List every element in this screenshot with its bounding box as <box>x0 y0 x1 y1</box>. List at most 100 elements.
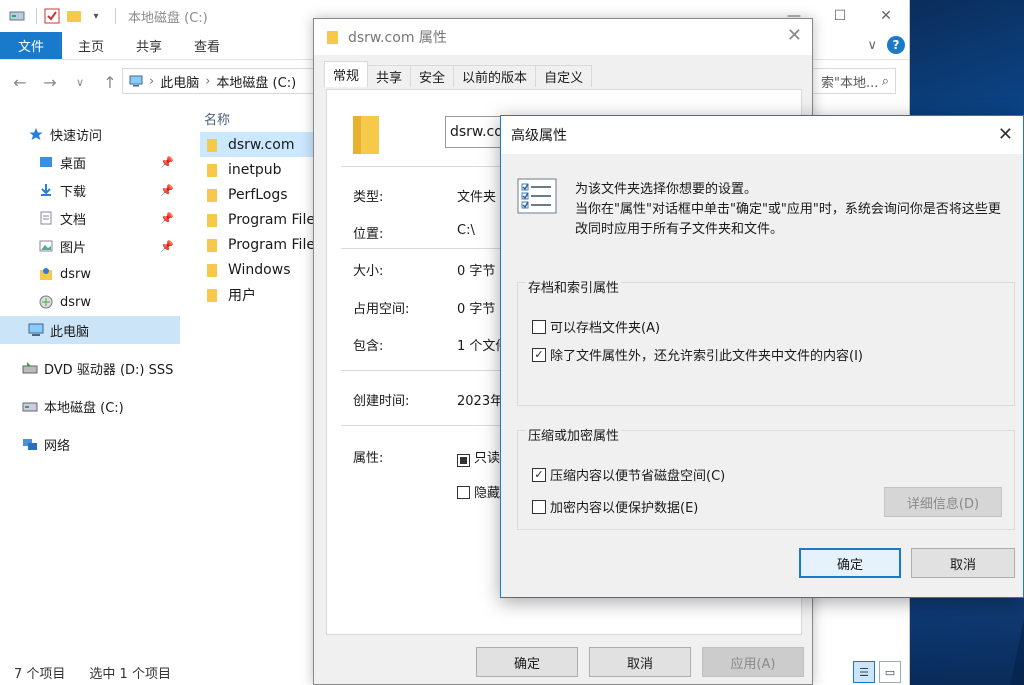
apply-button[interactable]: 应用(A) <box>702 647 804 677</box>
search-icon: ⌕ <box>881 73 889 89</box>
nav-dsrw-network[interactable]: dsrw <box>0 288 180 316</box>
file-row[interactable]: PerfLogs <box>200 182 315 207</box>
breadcrumb-local-disk[interactable]: 本地磁盘 (C:) <box>216 72 296 91</box>
archive-check <box>532 319 546 334</box>
advanced-title: 高级属性 <box>511 128 567 144</box>
archive-checkbox[interactable]: 可以存档文件夹(A) <box>532 317 660 336</box>
compress-encrypt-group-title: 压缩或加密属性 <box>526 429 622 444</box>
document-icon <box>38 210 54 226</box>
compress-check: ✓ <box>532 467 546 482</box>
file-row[interactable]: dsrw.com <box>200 132 315 157</box>
dvd-drive-icon <box>22 360 38 376</box>
file-row[interactable]: Program Files <box>200 207 315 232</box>
file-row[interactable]: Program Files <box>200 232 315 257</box>
nav-documents[interactable]: 文档 📌 <box>0 204 180 232</box>
network-icon <box>22 436 38 452</box>
pin-icon[interactable]: 📌 <box>160 184 174 197</box>
nav-downloads[interactable]: 下载 📌 <box>0 176 180 204</box>
picture-icon <box>38 238 54 254</box>
folder-icon <box>207 238 217 252</box>
help-icon[interactable]: ? <box>887 36 905 54</box>
close-icon[interactable]: ✕ <box>998 124 1013 145</box>
breadcrumb-this-pc[interactable]: 此电脑 <box>160 72 199 91</box>
desktop-folder-icon <box>38 154 54 170</box>
archive-index-group-title: 存档和索引属性 <box>526 281 622 296</box>
contains-label: 包含: <box>353 339 384 354</box>
nav-dsrw-user[interactable]: dsrw <box>0 260 180 288</box>
cancel-button[interactable]: 取消 <box>589 647 691 677</box>
back-button[interactable]: ← <box>10 73 30 92</box>
details-button[interactable]: 详细信息(D) <box>884 487 1002 517</box>
tab-previous-versions[interactable]: 以前的版本 <box>453 65 537 87</box>
pin-icon[interactable]: 📌 <box>160 240 174 253</box>
properties-check-icon[interactable] <box>43 7 61 25</box>
details-view-icon[interactable]: ☰ <box>853 661 875 683</box>
up-button[interactable]: ↑ <box>100 73 120 92</box>
ribbon-expand-icon[interactable]: ∨ <box>867 38 877 53</box>
network-drive-icon <box>38 294 54 310</box>
download-icon <box>38 182 54 198</box>
nav-desktop[interactable]: 桌面 📌 <box>0 148 180 176</box>
archive-index-group: 存档和索引属性 可以存档文件夹(A) ✓ 除了文件属性外，还允许索引此文件夹中文… <box>517 282 1015 406</box>
tab-general[interactable]: 常规 <box>324 61 369 87</box>
tab-home[interactable]: 主页 <box>62 32 120 59</box>
selected-count: 选中 1 个项目 <box>89 666 171 682</box>
tab-share[interactable]: 共享 <box>120 32 178 59</box>
nav-quick-access[interactable]: 快速访问 <box>0 120 180 148</box>
ok-button[interactable]: 确定 <box>476 647 578 677</box>
drive-icon <box>8 7 26 25</box>
computer-icon <box>28 322 44 338</box>
location-value: C:\ <box>457 223 475 238</box>
properties-title: dsrw.com 属性 <box>348 30 447 46</box>
advanced-attributes-dialog: 高级属性 ✕ 为该文件夹选择你想要的设置。 当你在"属性"对话框中单击"确定"或… <box>500 115 1024 598</box>
file-row[interactable]: inetpub <box>200 157 315 182</box>
address-bar[interactable]: › 此电脑 › 本地磁盘 (C:) <box>122 68 322 94</box>
properties-tabs: 常规 共享 安全 以前的版本 自定义 <box>314 61 812 87</box>
search-input[interactable]: 索"本地... ⌕ <box>800 68 896 94</box>
recent-dropdown-icon[interactable]: ∨ <box>70 76 90 89</box>
folder-icon <box>207 188 217 202</box>
file-row[interactable]: Windows <box>200 257 315 282</box>
close-icon[interactable]: ✕ <box>787 25 802 46</box>
tab-security[interactable]: 安全 <box>410 65 455 87</box>
readonly-checkbox[interactable]: 只读( <box>457 447 505 467</box>
nav-network[interactable]: 网络 <box>0 430 180 458</box>
advanced-description: 为该文件夹选择你想要的设置。 <box>575 182 758 197</box>
advanced-explanation: 当你在"属性"对话框中单击"确定"或"应用"时，系统会询问你是否将这些更改同时应… <box>575 202 1001 237</box>
size-label: 大小: <box>353 264 384 279</box>
column-header-name[interactable]: 名称 <box>200 104 315 132</box>
compress-checkbox[interactable]: ✓ 压缩内容以便节省磁盘空间(C) <box>532 465 725 484</box>
item-count: 7 个项目 <box>14 666 66 682</box>
file-row[interactable]: 用户 <box>200 282 315 307</box>
close-button[interactable]: ✕ <box>863 0 909 32</box>
nav-local-disk[interactable]: 本地磁盘 (C:) <box>0 392 180 420</box>
new-folder-icon[interactable] <box>65 7 83 25</box>
nav-dvd-drive[interactable]: DVD 驱动器 (D:) SSS <box>0 354 180 382</box>
tab-view[interactable]: 查看 <box>178 32 236 59</box>
tab-customize[interactable]: 自定义 <box>535 65 593 87</box>
size-on-disk-label: 占用空间: <box>353 302 410 317</box>
large-folder-icon <box>353 116 379 154</box>
window-title: 本地磁盘 (C:) <box>128 10 208 26</box>
cancel-button[interactable]: 取消 <box>911 548 1015 578</box>
tab-file[interactable]: 文件 <box>0 32 63 59</box>
nav-pictures[interactable]: 图片 📌 <box>0 232 180 260</box>
folder-icon <box>207 213 217 227</box>
forward-button[interactable]: → <box>40 73 60 92</box>
star-icon <box>28 126 44 142</box>
pin-icon[interactable]: 📌 <box>160 156 174 169</box>
location-label: 位置: <box>353 227 384 242</box>
nav-this-pc[interactable]: 此电脑 <box>0 316 180 344</box>
tab-sharing[interactable]: 共享 <box>367 65 412 87</box>
large-icons-view-icon[interactable]: ▭ <box>879 661 901 683</box>
encrypt-checkbox[interactable]: 加密内容以便保护数据(E) <box>532 497 698 516</box>
navigation-pane: 快速访问 桌面 📌 下载 📌 文档 📌 图片 📌 dsrw dsrw 此电脑 D… <box>0 120 180 458</box>
maximize-button[interactable]: ☐ <box>817 0 863 32</box>
user-folder-icon <box>38 266 54 282</box>
ok-button[interactable]: 确定 <box>799 548 901 578</box>
index-checkbox[interactable]: ✓ 除了文件属性外，还允许索引此文件夹中文件的内容(I) <box>532 345 863 364</box>
folder-icon <box>207 263 217 277</box>
pin-icon[interactable]: 📌 <box>160 212 174 225</box>
quick-access-dropdown-icon[interactable]: ▾ <box>87 7 105 25</box>
folder-icon <box>327 31 338 44</box>
